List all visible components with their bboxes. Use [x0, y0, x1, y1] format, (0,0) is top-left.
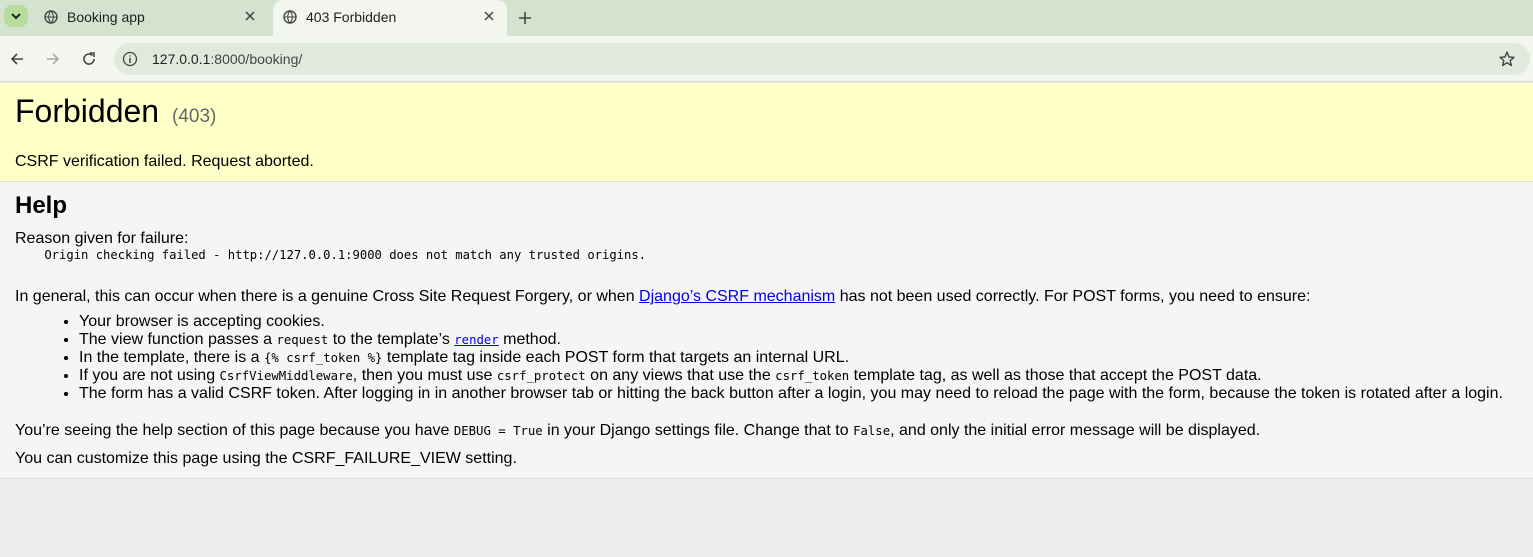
browser-toolbar: 127.0.0.1:8000/booking/	[0, 36, 1533, 82]
item-text: , then you must use	[352, 367, 497, 384]
tab-title: 403 Forbidden	[306, 9, 397, 25]
code-snippet: request	[276, 333, 329, 347]
list-item: If you are not using CsrfViewMiddleware,…	[79, 367, 1503, 385]
globe-icon	[283, 10, 297, 24]
reason-text: Origin checking failed - http://127.0.0.…	[15, 248, 647, 262]
general-text-end: has not been used correctly. For POST fo…	[835, 288, 1311, 305]
plus-icon	[519, 12, 531, 24]
item-text: on any views that use the	[585, 367, 776, 384]
code-snippet: False	[853, 424, 891, 438]
globe-icon	[44, 10, 58, 24]
code-snippet: {% csrf_token %}	[264, 351, 383, 365]
help-section: Help Reason given for failure: Origin ch…	[0, 182, 1533, 479]
star-icon[interactable]	[1498, 50, 1516, 68]
render-docs-link[interactable]: render	[454, 331, 498, 348]
tab-strip: Booking app 403 Forbidden	[0, 0, 1533, 36]
title-text: Forbidden	[15, 93, 160, 129]
arrow-left-icon	[10, 53, 23, 65]
debug-paragraph: You’re seeing the help section of this p…	[15, 422, 1260, 440]
help-heading: Help	[15, 192, 68, 219]
reload-button[interactable]	[78, 48, 100, 70]
list-item: In the template, there is a {% csrf_toke…	[79, 349, 1503, 367]
tab-booking-app[interactable]: Booking app	[34, 0, 268, 36]
customize-paragraph: You can customize this page using the CS…	[15, 450, 517, 467]
page-content: Forbidden (403) CSRF verification failed…	[0, 83, 1533, 557]
status-code: (403)	[171, 106, 217, 127]
item-text: The form has a valid CSRF token. After l…	[79, 385, 1503, 402]
tab-search-button[interactable]	[4, 5, 28, 27]
close-icon[interactable]	[242, 8, 258, 24]
code-snippet: csrf_protect	[496, 369, 586, 383]
chevron-down-icon	[11, 13, 21, 20]
item-text: Your browser is accepting cookies.	[79, 313, 325, 330]
tab-403-forbidden[interactable]: 403 Forbidden	[273, 0, 507, 36]
info-icon[interactable]	[122, 51, 138, 67]
list-item: The form has a valid CSRF token. After l…	[79, 385, 1503, 403]
item-text: If you are not using	[79, 367, 220, 384]
item-text: The view function passes a	[79, 331, 277, 348]
debug-text: You’re seeing the help section of this p…	[15, 422, 454, 439]
tab-title: Booking app	[67, 9, 145, 25]
code-snippet: csrf_token	[775, 369, 850, 383]
general-paragraph: In general, this can occur when there is…	[15, 288, 1310, 306]
reason-label: Reason given for failure:	[15, 230, 189, 247]
debug-text: , and only the initial error message wil…	[890, 422, 1261, 439]
arrow-right-icon	[47, 53, 60, 65]
url-path: :8000/booking/	[210, 51, 303, 67]
error-message: CSRF verification failed. Request aborte…	[15, 153, 314, 170]
reload-icon	[83, 52, 95, 65]
checklist: Your browser is accepting cookies. The v…	[62, 313, 1503, 403]
debug-text: in your Django settings file. Change tha…	[542, 422, 854, 439]
code-snippet: DEBUG = True	[453, 424, 543, 438]
url-host: 127.0.0.1	[152, 51, 211, 67]
page-title: Forbidden (403)	[15, 93, 216, 130]
forward-button[interactable]	[42, 48, 64, 70]
new-tab-button[interactable]	[514, 7, 536, 29]
close-icon[interactable]	[481, 8, 497, 24]
error-summary: Forbidden (403) CSRF verification failed…	[0, 83, 1533, 182]
item-text: In the template, there is a	[79, 349, 264, 366]
csrf-docs-link[interactable]: Django’s CSRF mechanism	[639, 288, 835, 305]
back-button[interactable]	[6, 48, 28, 70]
url-text[interactable]: 127.0.0.1:8000/booking/	[152, 51, 302, 67]
address-bar[interactable]: 127.0.0.1:8000/booking/	[114, 43, 1530, 75]
item-text: to the template’s	[328, 331, 455, 348]
item-text: template tag, as well as those that acce…	[849, 367, 1262, 384]
item-text: method.	[498, 331, 561, 348]
list-item: The view function passes a request to th…	[79, 331, 1503, 349]
general-text: In general, this can occur when there is…	[15, 288, 640, 305]
item-text: template tag inside each POST form that …	[382, 349, 850, 366]
list-item: Your browser is accepting cookies.	[79, 313, 1503, 331]
code-snippet: CsrfViewMiddleware	[219, 369, 353, 383]
